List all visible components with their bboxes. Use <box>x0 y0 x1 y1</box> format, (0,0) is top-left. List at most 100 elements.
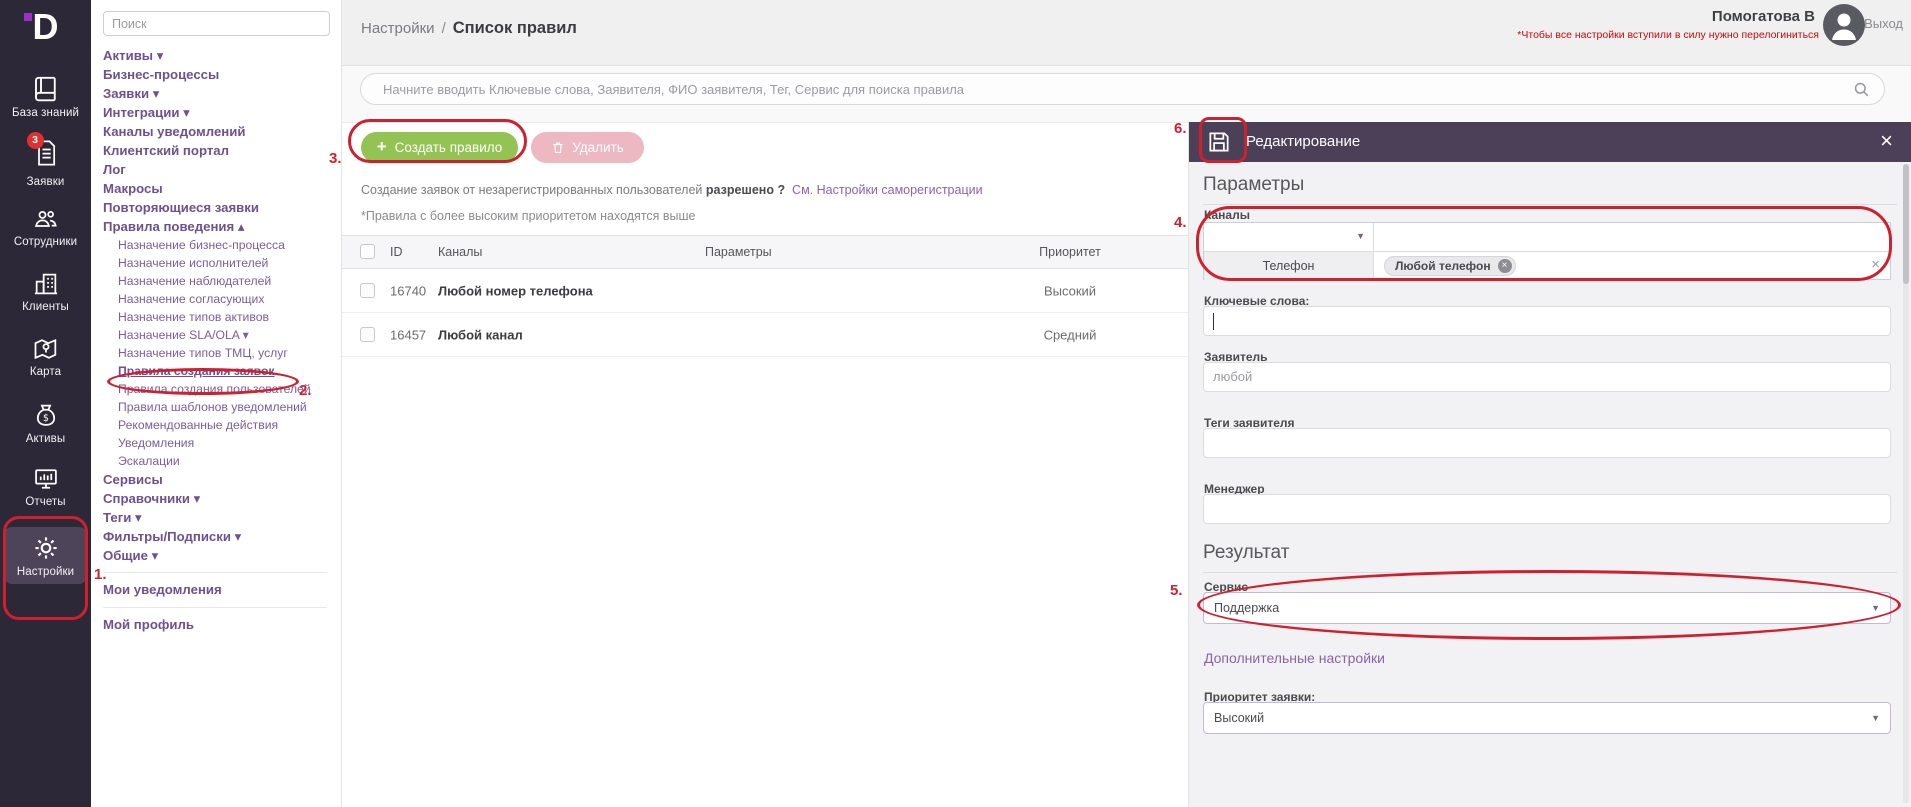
col-priority[interactable]: Приоритет <box>1010 245 1130 259</box>
rules-search <box>360 73 1885 105</box>
selfregistration-settings-link[interactable]: См. Настройки саморегистрации <box>792 183 983 197</box>
nav-settings[interactable]: Настройки <box>4 527 87 584</box>
menu-item-escalations[interactable]: Эскалации <box>103 452 341 470</box>
close-icon[interactable]: × <box>1880 128 1893 154</box>
menu-item-directories[interactable]: Справочники ▾ <box>103 489 341 508</box>
nav-map[interactable]: Карта <box>4 335 87 378</box>
section-params: Параметры <box>1203 174 1897 205</box>
edit-panel: Редактирование × Параметры Каналы ▼ Теле… <box>1188 122 1911 807</box>
menu-item-ticket-creation-rules[interactable]: Правила создания заявок <box>103 362 341 380</box>
panel-scrollbar[interactable] <box>1903 164 1909 803</box>
menu-item-recommended-actions[interactable]: Рекомендованные действия <box>103 416 341 434</box>
select-all-checkbox[interactable] <box>360 244 375 259</box>
sidebar-search-input[interactable] <box>103 11 330 36</box>
menu-item-assign-business-process[interactable]: Назначение бизнес-процесса <box>103 236 341 254</box>
menu-item-assign-sla-ola[interactable]: Назначение SLA/OLA ▾ <box>103 326 341 344</box>
col-params[interactable]: Параметры <box>705 245 772 259</box>
menu-divider <box>103 607 327 608</box>
menu-item-filters-subscriptions[interactable]: Фильтры/Подписки ▾ <box>103 527 341 546</box>
channel-tag[interactable]: Любой телефон× <box>1384 256 1516 276</box>
save-button[interactable] <box>1206 129 1232 160</box>
menu-item-assign-approvers[interactable]: Назначение согласующих <box>103 290 341 308</box>
menu-item-general[interactable]: Общие ▾ <box>103 546 341 565</box>
menu-item-services[interactable]: Сервисы <box>103 470 341 489</box>
menu-item-assign-observers[interactable]: Назначение наблюдателей <box>103 272 341 290</box>
applicant-tags-input[interactable] <box>1203 428 1891 458</box>
menu-item-assets[interactable]: Активы ▾ <box>103 46 341 65</box>
menu-item-integrations[interactable]: Интеграции ▾ <box>103 103 341 122</box>
rule-channel[interactable]: Любой номер телефона <box>438 283 593 298</box>
menu-item-behavior-rules[interactable]: Правила поведения ▴ <box>103 217 341 236</box>
keywords-input[interactable] <box>1203 306 1891 336</box>
delete-rule-button[interactable]: Удалить <box>531 132 644 163</box>
ticket-priority-select[interactable]: Высокий▼ <box>1203 702 1891 734</box>
nav-knowledge-base[interactable]: База знаний <box>4 74 87 119</box>
menu-item-recurring-tickets[interactable]: Повторяющиеся заявки <box>103 198 341 217</box>
channel-type-value[interactable]: Телефон <box>1204 252 1374 280</box>
menu-item-macros[interactable]: Макросы <box>103 179 341 198</box>
avatar[interactable] <box>1823 4 1865 46</box>
menu-item-assign-asset-types[interactable]: Назначение типов активов <box>103 308 341 326</box>
person-icon <box>1823 4 1865 46</box>
menu-item-business-processes[interactable]: Бизнес-процессы <box>103 65 341 84</box>
nav-clients[interactable]: Клиенты <box>4 270 87 313</box>
primary-nav: D База знаний 3 Заявки Сотрудники Клиент… <box>0 0 91 807</box>
row-checkbox[interactable] <box>360 283 375 298</box>
menu-item-client-portal[interactable]: Клиентский портал <box>103 141 341 160</box>
channels-control: ▼ Телефон Любой телефон× × <box>1203 222 1891 280</box>
rule-priority: Высокий <box>1010 283 1130 298</box>
breadcrumb-section[interactable]: Настройки <box>361 20 435 37</box>
rule-channel[interactable]: Любой канал <box>438 327 523 342</box>
rules-search-input[interactable] <box>383 74 1840 104</box>
applicant-input[interactable]: любой <box>1203 362 1891 392</box>
nav-reports[interactable]: Отчеты <box>4 465 87 508</box>
logo-dot <box>24 13 32 21</box>
app-logo[interactable]: D <box>0 6 91 48</box>
table-row[interactable]: 16457 Любой канал Средний <box>342 313 1188 357</box>
registration-notice: Создание заявок от незарегистрированных … <box>361 183 983 197</box>
settings-menu: Активы ▾ Бизнес-процессы Заявки ▾ Интегр… <box>91 44 341 635</box>
people-icon <box>30 205 62 233</box>
channels-label: Каналы <box>1204 208 1250 222</box>
chevron-down-icon: ▼ <box>1871 703 1880 733</box>
extra-settings-link[interactable]: Дополнительные настройки <box>1204 650 1385 666</box>
menu-item-notification-template-rules[interactable]: Правила шаблонов уведомлений <box>103 398 341 416</box>
table-header: ID Каналы Параметры Приоритет <box>342 235 1188 269</box>
logout-link[interactable]: Выход <box>1864 16 1903 31</box>
menu-item-assign-tmc-types[interactable]: Назначение типов ТМЦ, услуг <box>103 344 341 362</box>
col-channels[interactable]: Каналы <box>438 245 482 259</box>
menu-item-tickets[interactable]: Заявки ▾ <box>103 84 341 103</box>
col-id[interactable]: ID <box>390 245 403 259</box>
page-title: Список правил <box>453 19 577 37</box>
menu-item-log[interactable]: Лог <box>103 160 341 179</box>
channel-row-remove-icon[interactable]: × <box>1871 256 1880 273</box>
tag-remove-icon[interactable]: × <box>1498 259 1512 273</box>
menu-item-notifications[interactable]: Уведомления <box>103 434 341 452</box>
rule-id: 16457 <box>390 327 426 342</box>
report-chart-icon <box>31 465 61 493</box>
relogin-warning: *Чтобы все настройки вступили в силу нуж… <box>1517 29 1819 41</box>
nav-employees[interactable]: Сотрудники <box>4 205 87 248</box>
service-select[interactable]: Поддержка▼ <box>1203 592 1891 624</box>
chevron-down-icon: ▼ <box>1356 231 1365 241</box>
user-name[interactable]: Помогатова В <box>1712 8 1815 25</box>
scrollbar-thumb[interactable] <box>1903 164 1909 284</box>
text-caret <box>1213 313 1214 330</box>
menu-item-my-notifications[interactable]: Мои уведомления <box>103 580 341 600</box>
menu-item-assign-executors[interactable]: Назначение исполнителей <box>103 254 341 272</box>
section-result: Результат <box>1203 542 1897 573</box>
channel-type-select[interactable]: ▼ <box>1204 223 1374 251</box>
row-checkbox[interactable] <box>360 327 375 342</box>
rules-list: +Создать правило Удалить Создание заявок… <box>342 122 1188 807</box>
manager-input[interactable] <box>1203 494 1891 524</box>
create-rule-button[interactable]: +Создать правило <box>361 132 518 163</box>
menu-item-my-profile[interactable]: Мой профиль <box>103 615 341 635</box>
table-row[interactable]: 16740 Любой номер телефона Высокий <box>342 269 1188 313</box>
menu-item-notification-channels[interactable]: Каналы уведомлений <box>103 122 341 141</box>
sidebar-search <box>103 11 329 36</box>
nav-assets[interactable]: $ Активы <box>4 400 87 445</box>
edit-panel-title: Редактирование <box>1246 133 1360 150</box>
search-icon[interactable] <box>1852 80 1871 99</box>
menu-item-tags[interactable]: Теги ▾ <box>103 508 341 527</box>
nav-tickets[interactable]: 3 Заявки <box>4 138 87 188</box>
